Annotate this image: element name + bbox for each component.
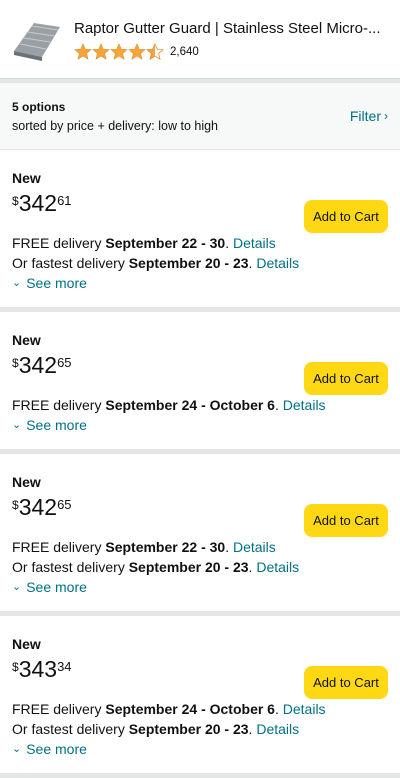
- filter-button[interactable]: Filter ›: [350, 108, 388, 124]
- see-more-label: See more: [26, 417, 87, 433]
- add-to-cart-button[interactable]: Add to Cart: [304, 504, 388, 537]
- chevron-down-icon: ⌄: [12, 419, 22, 431]
- see-more-label: See more: [26, 275, 87, 291]
- free-delivery-line: FREE delivery September 24 - October 6. …: [12, 701, 326, 717]
- see-more-link[interactable]: ⌄ See more: [12, 739, 388, 759]
- details-link[interactable]: Details: [283, 701, 326, 717]
- add-to-cart-button[interactable]: Add to Cart: [304, 200, 388, 233]
- divider: [0, 773, 400, 778]
- fast-delivery-line: Or fastest delivery September 20 - 23. D…: [12, 559, 300, 575]
- see-more-link[interactable]: ⌄ See more: [12, 273, 388, 293]
- star-rating: [74, 42, 164, 61]
- free-delivery-dates: September 24 - October 6: [105, 701, 275, 717]
- fast-delivery-prefix: Or fastest delivery: [12, 559, 129, 575]
- free-delivery-prefix: FREE delivery: [12, 539, 106, 555]
- price-fraction: 34: [57, 659, 72, 674]
- details-link[interactable]: Details: [233, 235, 276, 251]
- product-thumbnail: [14, 23, 60, 61]
- free-delivery-prefix: FREE delivery: [12, 235, 106, 251]
- see-more-label: See more: [26, 741, 87, 757]
- chevron-down-icon: ⌄: [12, 581, 22, 593]
- chevron-right-icon: ›: [384, 109, 388, 123]
- offer-price: $ 342 65: [12, 494, 72, 520]
- offer-card: New $ 342 65 Add to Cart FREE delivery S…: [0, 454, 400, 611]
- price-whole: 342: [18, 352, 58, 378]
- offer-condition: New: [12, 636, 41, 652]
- star-icon: [74, 42, 92, 60]
- fast-delivery-dates: September 20 - 23: [128, 559, 249, 575]
- see-more-label: See more: [26, 579, 87, 595]
- price-fraction: 61: [57, 193, 72, 208]
- price-whole: 342: [18, 190, 58, 216]
- free-delivery-dates: September 22 - 30: [105, 235, 226, 251]
- offer-price: $ 342 65: [12, 352, 72, 378]
- details-link[interactable]: Details: [283, 397, 326, 413]
- chevron-down-icon: ⌄: [12, 743, 22, 755]
- fast-delivery-prefix: Or fastest delivery: [12, 721, 129, 737]
- free-delivery-line: FREE delivery September 22 - 30. Details: [12, 539, 276, 555]
- fast-delivery-dates: September 20 - 23: [128, 721, 249, 737]
- offer-condition: New: [12, 474, 41, 490]
- offer-condition: New: [12, 332, 41, 348]
- price-fraction: 65: [57, 355, 72, 370]
- offer-card: New $ 342 65 Add to Cart FREE delivery S…: [0, 312, 400, 449]
- star-icon: [92, 42, 110, 60]
- price-whole: 342: [18, 494, 58, 520]
- price-whole: 343: [18, 656, 58, 682]
- fast-delivery-line: Or fastest delivery September 20 - 23. D…: [12, 255, 300, 271]
- fast-delivery-line: Or fastest delivery September 20 - 23. D…: [12, 721, 300, 737]
- details-link[interactable]: Details: [233, 539, 276, 555]
- free-delivery-line: FREE delivery September 22 - 30. Details: [12, 235, 276, 251]
- fast-delivery-dates: September 20 - 23: [128, 255, 249, 271]
- details-link[interactable]: Details: [256, 721, 299, 737]
- free-delivery-prefix: FREE delivery: [12, 701, 106, 717]
- chevron-down-icon: ⌄: [12, 277, 22, 289]
- price-currency: $: [12, 498, 19, 512]
- details-link[interactable]: Details: [256, 559, 299, 575]
- price-currency: $: [12, 660, 19, 674]
- free-delivery-dates: September 22 - 30: [105, 539, 226, 555]
- star-half-icon: [146, 42, 164, 60]
- star-icon: [110, 42, 128, 60]
- price-currency: $: [12, 356, 19, 370]
- offer-card: New $ 342 61 Add to Cart FREE delivery S…: [0, 150, 400, 307]
- free-delivery-line: FREE delivery September 24 - October 6. …: [12, 397, 326, 413]
- rating-count: 2,640: [170, 45, 199, 58]
- free-delivery-dates: September 24 - October 6: [105, 397, 275, 413]
- rating[interactable]: 2,640: [74, 42, 388, 61]
- offer-condition: New: [12, 170, 41, 186]
- see-more-link[interactable]: ⌄ See more: [12, 577, 388, 597]
- see-more-link[interactable]: ⌄ See more: [12, 415, 388, 435]
- price-currency: $: [12, 194, 19, 208]
- details-link[interactable]: Details: [256, 255, 299, 271]
- fast-delivery-prefix: Or fastest delivery: [12, 255, 129, 271]
- add-to-cart-button[interactable]: Add to Cart: [304, 362, 388, 395]
- add-to-cart-button[interactable]: Add to Cart: [304, 666, 388, 699]
- options-sort: sorted by price + delivery: low to high: [12, 118, 219, 133]
- free-delivery-prefix: FREE delivery: [12, 397, 106, 413]
- options-bar: 5 options sorted by price + delivery: lo…: [0, 83, 400, 150]
- product-title[interactable]: Raptor Gutter Guard | Stainless Steel Mi…: [74, 20, 388, 37]
- filter-label: Filter: [349, 108, 381, 124]
- offer-price: $ 343 34: [12, 656, 72, 682]
- product-header[interactable]: Raptor Gutter Guard | Stainless Steel Mi…: [0, 0, 400, 78]
- offer-card: New $ 343 34 Add to Cart FREE delivery S…: [0, 616, 400, 773]
- offer-price: $ 342 61: [12, 190, 72, 216]
- options-count: 5 options: [12, 99, 66, 114]
- price-fraction: 65: [57, 497, 72, 512]
- star-icon: [128, 42, 146, 60]
